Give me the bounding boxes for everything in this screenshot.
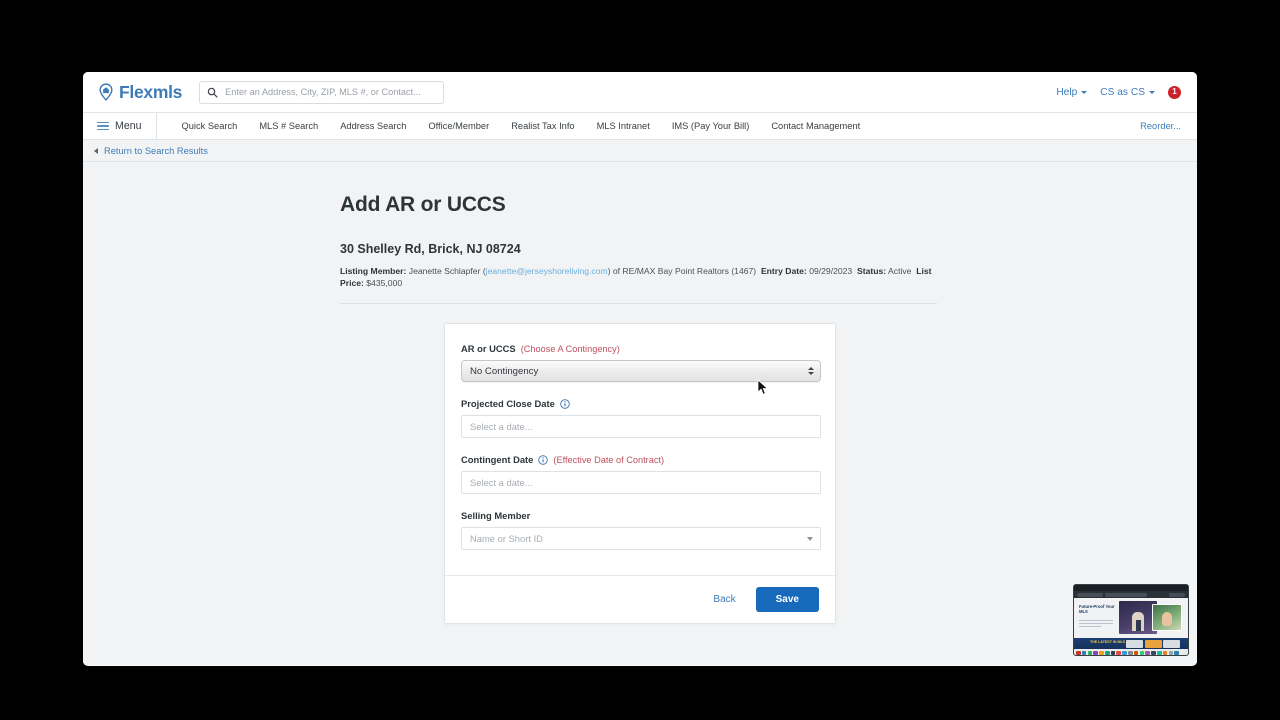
pip-dock: [1074, 649, 1188, 655]
flexmls-logo[interactable]: Flexmls: [97, 82, 182, 103]
notification-badge[interactable]: 1: [1168, 85, 1181, 99]
ar-uccs-selected-value: No Contingency: [470, 365, 539, 377]
field-projected-close-date: Projected Close Date: [461, 398, 821, 439]
field-contingent-date: Contingent Date (Effective Date of Contr…: [461, 454, 821, 495]
pip-cards: [1126, 639, 1180, 648]
form-footer: Back Save: [445, 575, 835, 624]
field-ar-or-uccs: AR or UCCS (Choose A Contingency) No Con…: [461, 343, 821, 383]
nav-items: Quick Search MLS # Search Address Search…: [171, 121, 872, 131]
ar-uccs-label: AR or UCCS: [461, 343, 516, 355]
reorder-link[interactable]: Reorder...: [1140, 121, 1197, 131]
save-button[interactable]: Save: [755, 587, 819, 613]
pip-person: [1132, 612, 1144, 631]
projected-close-date-label: Projected Close Date: [461, 398, 555, 410]
nav-item-quick-search[interactable]: Quick Search: [171, 121, 249, 131]
chevron-left-icon: [94, 147, 98, 154]
list-price-value: $435,000: [366, 277, 403, 288]
hamburger-icon: [97, 121, 109, 131]
search-icon: [207, 87, 218, 98]
browser-window: Flexmls Help CS as CS 1: [83, 72, 1197, 666]
selling-member-label: Selling Member: [461, 510, 531, 522]
ar-uccs-hint: (Choose A Contingency): [520, 343, 620, 354]
contingent-date-input[interactable]: [461, 471, 821, 495]
help-label: Help: [1056, 86, 1078, 98]
field-label-row: Selling Member: [461, 510, 819, 521]
app-header: Flexmls Help CS as CS 1: [83, 72, 1197, 113]
back-button[interactable]: Back: [705, 588, 743, 611]
listing-member-label: Listing Member:: [340, 266, 407, 276]
breadcrumb: Return to Search Results: [83, 140, 1197, 162]
entry-date-value: 09/29/2023: [809, 266, 853, 276]
pip-photo-secondary: [1152, 604, 1182, 631]
screen: Flexmls Help CS as CS 1: [0, 0, 1280, 720]
divider: [340, 303, 937, 305]
listing-member-email-link[interactable]: jeanette@jerseyshoreliving.com: [486, 266, 608, 276]
pip-banner: THE LATEST IN MLS UPDATES: [1074, 638, 1188, 649]
contingent-date-hint: (Effective Date of Contract): [553, 454, 665, 465]
nav-item-contact-management[interactable]: Contact Management: [760, 121, 871, 131]
pip-headline: Future-Proof Your MLS: [1079, 604, 1115, 615]
menu-button[interactable]: Menu: [97, 113, 157, 139]
info-icon[interactable]: [538, 454, 549, 465]
pip-stage: Future-Proof Your MLS: [1074, 598, 1188, 638]
nav-item-realist-tax-info[interactable]: Realist Tax Info: [500, 121, 585, 131]
nav-item-mls-number-search[interactable]: MLS # Search: [248, 121, 329, 131]
nav-item-office-member[interactable]: Office/Member: [417, 121, 500, 131]
ar-uccs-form-card: AR or UCCS (Choose A Contingency) No Con…: [444, 323, 836, 625]
selling-member-combo[interactable]: [461, 527, 821, 551]
stepper-arrows-icon: [808, 367, 814, 376]
pip-video-thumbnail[interactable]: Future-Proof Your MLS THE LATEST IN MLS …: [1073, 584, 1189, 656]
nav-item-ims-pay-your-bill[interactable]: IMS (Pay Your Bill): [661, 121, 761, 131]
nav-item-mls-intranet[interactable]: MLS Intranet: [586, 121, 661, 131]
field-label-row: AR or UCCS (Choose A Contingency): [461, 343, 819, 354]
status-label: Status:: [856, 266, 887, 276]
nav-item-address-search[interactable]: Address Search: [329, 121, 417, 131]
page-body: Add AR or UCCS 30 Shelley Rd, Brick, NJ …: [83, 162, 1197, 665]
global-search[interactable]: [199, 80, 445, 104]
brokerage-text: of RE/MAX Bay Point Realtors (1467): [612, 266, 757, 276]
account-label: CS as CS: [1100, 86, 1145, 98]
entry-date-label: Entry Date:: [760, 266, 807, 276]
listing-address: 30 Shelley Rd, Brick, NJ 08724: [340, 242, 521, 256]
contingent-date-label: Contingent Date: [461, 454, 534, 466]
brand-name: Flexmls: [119, 81, 183, 102]
listing-member-name: Jeanette Schlapfer: [408, 266, 481, 276]
listing-meta: Listing Member: Jeanette Schlapfer (jean…: [340, 266, 932, 288]
search-input[interactable]: [223, 86, 437, 98]
pip-subtext: [1079, 620, 1113, 629]
field-label-row: Projected Close Date: [461, 398, 819, 409]
menu-label: Menu: [115, 120, 142, 132]
field-label-row: Contingent Date (Effective Date of Contr…: [461, 454, 819, 465]
selling-member-input[interactable]: [461, 527, 821, 551]
pip-urlbar: [1074, 591, 1188, 598]
status-value: Active: [888, 266, 912, 276]
pip-face: [1162, 612, 1172, 626]
return-to-search-results-link[interactable]: Return to Search Results: [104, 146, 208, 156]
ar-uccs-select[interactable]: No Contingency: [461, 360, 821, 383]
chevron-down-icon: [1081, 90, 1088, 94]
chevron-down-icon: [1149, 90, 1155, 94]
account-menu[interactable]: CS as CS: [1100, 87, 1155, 98]
form-fields: AR or UCCS (Choose A Contingency) No Con…: [445, 324, 835, 575]
info-icon[interactable]: [560, 398, 570, 409]
page-content: Add AR or UCCS 30 Shelley Rd, Brick, NJ …: [340, 162, 940, 625]
projected-close-date-input[interactable]: [461, 415, 821, 439]
field-selling-member: Selling Member: [461, 510, 821, 551]
map-pin-house-icon: [99, 83, 113, 101]
help-menu[interactable]: Help: [1056, 86, 1088, 98]
header-actions: Help CS as CS 1: [1056, 85, 1183, 99]
main-nav: Menu Quick Search MLS # Search Address S…: [83, 113, 1197, 140]
page-title: Add AR or UCCS: [340, 193, 506, 216]
